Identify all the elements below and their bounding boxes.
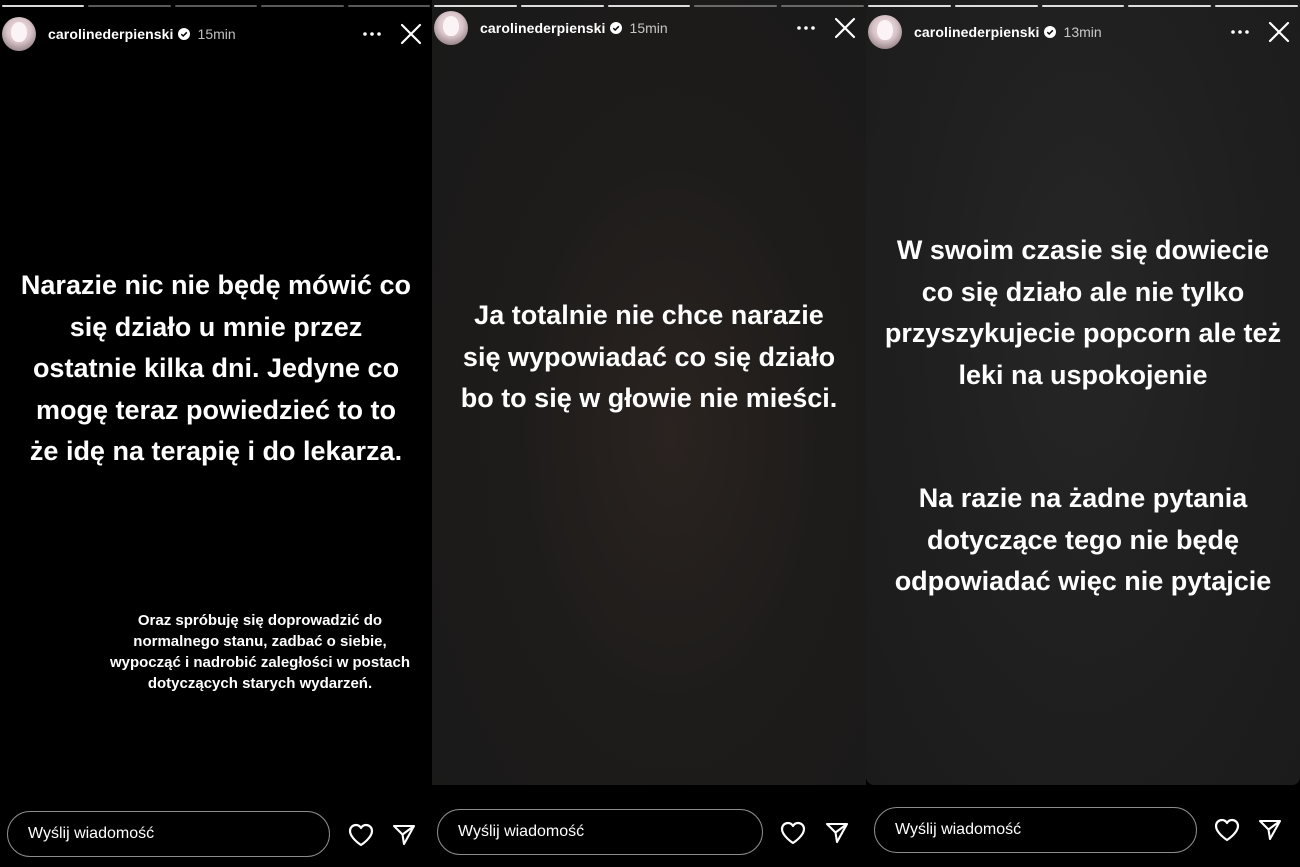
progress-segment	[434, 5, 517, 7]
progress-segment	[868, 5, 951, 7]
heart-icon[interactable]	[1212, 815, 1242, 845]
progress-segment	[1215, 5, 1298, 7]
avatar[interactable]	[868, 15, 902, 49]
avatar[interactable]	[434, 11, 468, 45]
username[interactable]: carolinederpienski	[914, 24, 1040, 40]
avatar[interactable]	[2, 17, 36, 51]
story-header: carolinederpienski 15min	[434, 10, 858, 46]
post-time: 15min	[629, 20, 668, 36]
progress-segment	[694, 5, 778, 7]
post-time: 13min	[1063, 24, 1102, 40]
send-icon[interactable]	[389, 820, 419, 850]
message-input[interactable]: Wyślij wiadomość	[874, 807, 1197, 853]
progress-segment	[1041, 5, 1125, 7]
story-text-main: Narazie nic nie będę mówić co się działo…	[20, 270, 412, 466]
send-icon[interactable]	[1255, 815, 1285, 845]
story-header: carolinederpienski 15min	[2, 16, 424, 52]
progress-segment	[88, 5, 171, 7]
story-text-secondary: Na razie na żadne pytania dotyczące tego…	[894, 483, 1272, 596]
story-footer: Wyślij wiadomość	[432, 785, 866, 867]
more-horizontal-icon[interactable]	[794, 16, 818, 40]
close-icon[interactable]	[398, 21, 424, 47]
story-panel-3: carolinederpienski 13min W swoim czasie …	[866, 0, 1300, 867]
story-text-main: Ja totalnie nie chce narazie się wypowia…	[460, 300, 838, 413]
message-input[interactable]: Wyślij wiadomość	[7, 811, 330, 857]
story-footer: Wyślij wiadomość	[866, 785, 1300, 867]
close-icon[interactable]	[1266, 19, 1292, 45]
progress-segment	[2, 5, 85, 7]
send-icon[interactable]	[822, 818, 852, 848]
heart-icon[interactable]	[778, 818, 808, 848]
heart-icon[interactable]	[346, 820, 376, 850]
story-progress-bar	[432, 5, 866, 7]
story-panel-1: carolinederpienski 15min Narazie nic nie…	[0, 0, 432, 867]
verified-badge-icon	[609, 22, 622, 34]
more-horizontal-icon[interactable]	[1228, 20, 1252, 44]
story-progress-bar	[866, 5, 1300, 7]
story-footer: Wyślij wiadomość	[0, 785, 432, 867]
verified-badge-icon	[1043, 26, 1056, 38]
story-header: carolinederpienski 13min	[868, 14, 1292, 50]
progress-segment	[607, 5, 691, 7]
story-progress-bar	[0, 5, 432, 7]
story-panel-2: carolinederpienski 15min Ja totalnie nie…	[432, 0, 866, 867]
progress-segment	[781, 5, 864, 7]
post-time: 15min	[197, 26, 236, 42]
progress-segment	[347, 5, 431, 7]
verified-badge-icon	[177, 28, 190, 40]
progress-segment	[520, 5, 604, 7]
message-input[interactable]: Wyślij wiadomość	[437, 809, 763, 855]
username[interactable]: carolinederpienski	[480, 20, 606, 36]
username[interactable]: carolinederpienski	[48, 26, 174, 42]
story-text-main: W swoim czasie się dowiecie co się dział…	[884, 235, 1282, 390]
close-icon[interactable]	[832, 15, 858, 41]
more-horizontal-icon[interactable]	[360, 22, 384, 46]
progress-segment	[174, 5, 258, 7]
story-text-secondary: Oraz spróbuję się doprowadzić do normaln…	[109, 612, 411, 692]
progress-segment	[1128, 5, 1212, 7]
progress-segment	[261, 5, 344, 7]
progress-segment	[954, 5, 1038, 7]
